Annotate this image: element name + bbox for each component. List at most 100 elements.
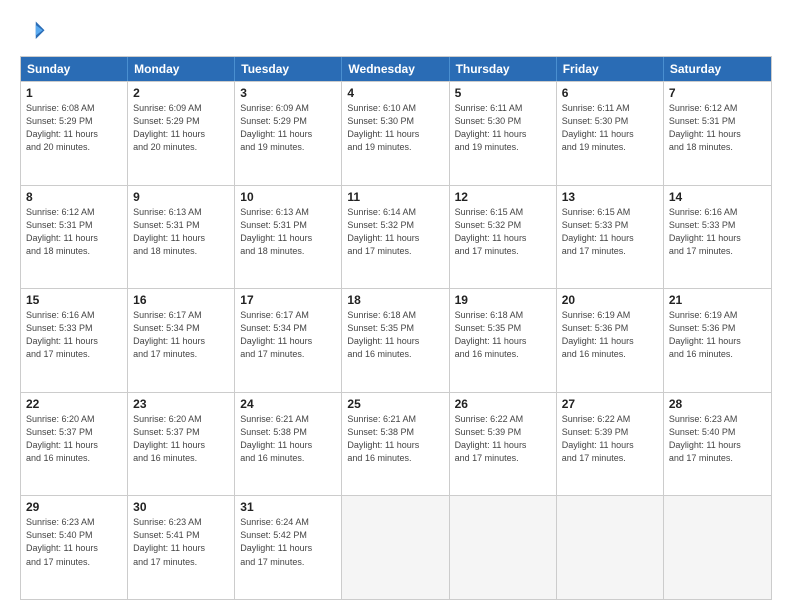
calendar-week-1: 1 Sunrise: 6:08 AM Sunset: 5:29 PM Daylig… [21,81,771,185]
cell-day-number: 7 [669,86,766,100]
cell-info-text: Sunrise: 6:21 AM Sunset: 5:38 PM Dayligh… [347,413,443,465]
cell-info-text: Sunrise: 6:12 AM Sunset: 5:31 PM Dayligh… [26,206,122,258]
calendar-cell [664,496,771,599]
cell-info-text: Sunrise: 6:20 AM Sunset: 5:37 PM Dayligh… [133,413,229,465]
cell-info-text: Sunrise: 6:23 AM Sunset: 5:40 PM Dayligh… [26,516,122,568]
calendar-week-2: 8 Sunrise: 6:12 AM Sunset: 5:31 PM Daylig… [21,185,771,289]
header-cell-sunday: Sunday [21,57,128,81]
cell-day-number: 1 [26,86,122,100]
calendar-cell: 30 Sunrise: 6:23 AM Sunset: 5:41 PM Dayli… [128,496,235,599]
cell-day-number: 18 [347,293,443,307]
cell-info-text: Sunrise: 6:17 AM Sunset: 5:34 PM Dayligh… [240,309,336,361]
cell-info-text: Sunrise: 6:17 AM Sunset: 5:34 PM Dayligh… [133,309,229,361]
calendar-cell: 6 Sunrise: 6:11 AM Sunset: 5:30 PM Daylig… [557,82,664,185]
calendar-cell: 11Sunrise: 6:14 AM Sunset: 5:32 PM Dayli… [342,186,449,289]
calendar-cell: 3 Sunrise: 6:09 AM Sunset: 5:29 PM Daylig… [235,82,342,185]
header [20,18,772,46]
calendar-cell: 7 Sunrise: 6:12 AM Sunset: 5:31 PM Daylig… [664,82,771,185]
calendar-cell: 12 Sunrise: 6:15 AM Sunset: 5:32 PM Dayli… [450,186,557,289]
cell-day-number: 26 [455,397,551,411]
cell-day-number: 11 [347,190,443,204]
cell-day-number: 5 [455,86,551,100]
cell-day-number: 29 [26,500,122,514]
calendar-week-3: 15Sunrise: 6:16 AM Sunset: 5:33 PM Dayli… [21,288,771,392]
cell-day-number: 22 [26,397,122,411]
cell-day-number: 6 [562,86,658,100]
cell-info-text: Sunrise: 6:16 AM Sunset: 5:33 PM Dayligh… [669,206,766,258]
cell-day-number: 25 [347,397,443,411]
cell-day-number: 3 [240,86,336,100]
calendar-cell: 23 Sunrise: 6:20 AM Sunset: 5:37 PM Dayli… [128,393,235,496]
calendar: SundayMondayTuesdayWednesdayThursdayFrid… [20,56,772,600]
header-cell-wednesday: Wednesday [342,57,449,81]
cell-day-number: 9 [133,190,229,204]
calendar-cell: 2Sunrise: 6:09 AM Sunset: 5:29 PM Daylig… [128,82,235,185]
cell-info-text: Sunrise: 6:09 AM Sunset: 5:29 PM Dayligh… [240,102,336,154]
cell-info-text: Sunrise: 6:15 AM Sunset: 5:32 PM Dayligh… [455,206,551,258]
calendar-cell: 28Sunrise: 6:23 AM Sunset: 5:40 PM Dayli… [664,393,771,496]
header-cell-friday: Friday [557,57,664,81]
calendar-cell [450,496,557,599]
cell-info-text: Sunrise: 6:16 AM Sunset: 5:33 PM Dayligh… [26,309,122,361]
cell-day-number: 20 [562,293,658,307]
cell-info-text: Sunrise: 6:15 AM Sunset: 5:33 PM Dayligh… [562,206,658,258]
logo [20,18,52,46]
cell-info-text: Sunrise: 6:11 AM Sunset: 5:30 PM Dayligh… [455,102,551,154]
header-cell-tuesday: Tuesday [235,57,342,81]
cell-day-number: 21 [669,293,766,307]
cell-info-text: Sunrise: 6:13 AM Sunset: 5:31 PM Dayligh… [240,206,336,258]
cell-day-number: 17 [240,293,336,307]
cell-day-number: 8 [26,190,122,204]
calendar-week-5: 29 Sunrise: 6:23 AM Sunset: 5:40 PM Dayli… [21,495,771,599]
cell-info-text: Sunrise: 6:19 AM Sunset: 5:36 PM Dayligh… [562,309,658,361]
cell-info-text: Sunrise: 6:11 AM Sunset: 5:30 PM Dayligh… [562,102,658,154]
calendar-cell: 15Sunrise: 6:16 AM Sunset: 5:33 PM Dayli… [21,289,128,392]
cell-day-number: 14 [669,190,766,204]
calendar-header-row: SundayMondayTuesdayWednesdayThursdayFrid… [21,57,771,81]
cell-info-text: Sunrise: 6:21 AM Sunset: 5:38 PM Dayligh… [240,413,336,465]
calendar-cell: 8 Sunrise: 6:12 AM Sunset: 5:31 PM Daylig… [21,186,128,289]
calendar-cell: 19Sunrise: 6:18 AM Sunset: 5:35 PM Dayli… [450,289,557,392]
header-cell-saturday: Saturday [664,57,771,81]
logo-icon [20,18,48,46]
cell-info-text: Sunrise: 6:24 AM Sunset: 5:42 PM Dayligh… [240,516,336,568]
cell-day-number: 19 [455,293,551,307]
page: SundayMondayTuesdayWednesdayThursdayFrid… [0,0,792,612]
cell-day-number: 23 [133,397,229,411]
cell-day-number: 30 [133,500,229,514]
cell-info-text: Sunrise: 6:10 AM Sunset: 5:30 PM Dayligh… [347,102,443,154]
calendar-cell: 5 Sunrise: 6:11 AM Sunset: 5:30 PM Daylig… [450,82,557,185]
calendar-cell [557,496,664,599]
calendar-body: 1 Sunrise: 6:08 AM Sunset: 5:29 PM Daylig… [21,81,771,599]
calendar-cell: 4 Sunrise: 6:10 AM Sunset: 5:30 PM Daylig… [342,82,449,185]
calendar-cell: 21 Sunrise: 6:19 AM Sunset: 5:36 PM Dayli… [664,289,771,392]
cell-info-text: Sunrise: 6:20 AM Sunset: 5:37 PM Dayligh… [26,413,122,465]
calendar-cell: 22 Sunrise: 6:20 AM Sunset: 5:37 PM Dayli… [21,393,128,496]
cell-info-text: Sunrise: 6:12 AM Sunset: 5:31 PM Dayligh… [669,102,766,154]
calendar-cell: 10 Sunrise: 6:13 AM Sunset: 5:31 PM Dayli… [235,186,342,289]
calendar-cell: 24 Sunrise: 6:21 AM Sunset: 5:38 PM Dayli… [235,393,342,496]
calendar-cell: 13Sunrise: 6:15 AM Sunset: 5:33 PM Dayli… [557,186,664,289]
calendar-cell: 9Sunrise: 6:13 AM Sunset: 5:31 PM Daylig… [128,186,235,289]
cell-day-number: 2 [133,86,229,100]
calendar-cell [342,496,449,599]
header-cell-thursday: Thursday [450,57,557,81]
cell-info-text: Sunrise: 6:18 AM Sunset: 5:35 PM Dayligh… [347,309,443,361]
calendar-cell: 18 Sunrise: 6:18 AM Sunset: 5:35 PM Dayli… [342,289,449,392]
cell-day-number: 27 [562,397,658,411]
calendar-cell: 26 Sunrise: 6:22 AM Sunset: 5:39 PM Dayli… [450,393,557,496]
cell-info-text: Sunrise: 6:23 AM Sunset: 5:41 PM Dayligh… [133,516,229,568]
cell-day-number: 24 [240,397,336,411]
cell-day-number: 12 [455,190,551,204]
cell-day-number: 10 [240,190,336,204]
cell-info-text: Sunrise: 6:19 AM Sunset: 5:36 PM Dayligh… [669,309,766,361]
cell-info-text: Sunrise: 6:08 AM Sunset: 5:29 PM Dayligh… [26,102,122,154]
calendar-cell: 31 Sunrise: 6:24 AM Sunset: 5:42 PM Dayli… [235,496,342,599]
cell-info-text: Sunrise: 6:22 AM Sunset: 5:39 PM Dayligh… [455,413,551,465]
cell-day-number: 28 [669,397,766,411]
cell-day-number: 31 [240,500,336,514]
calendar-cell: 27Sunrise: 6:22 AM Sunset: 5:39 PM Dayli… [557,393,664,496]
calendar-cell: 25 Sunrise: 6:21 AM Sunset: 5:38 PM Dayli… [342,393,449,496]
cell-day-number: 4 [347,86,443,100]
cell-day-number: 16 [133,293,229,307]
